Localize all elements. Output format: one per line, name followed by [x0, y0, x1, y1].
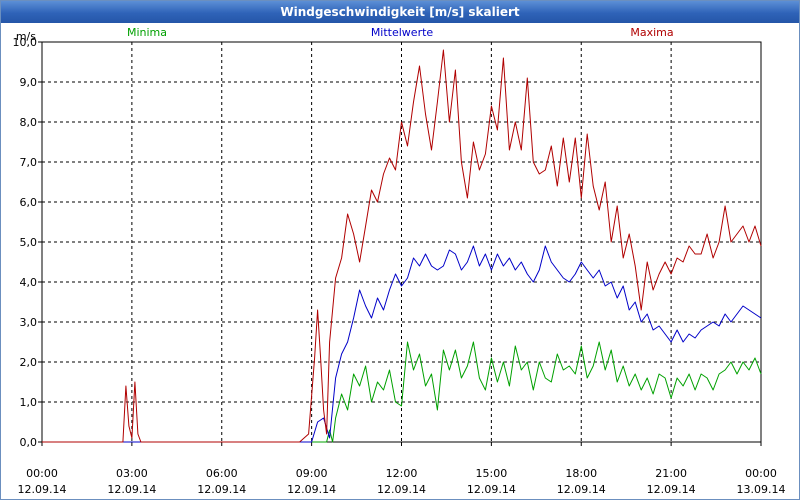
window-title: Windgeschwindigkeit [m/s] skaliert — [1, 1, 799, 23]
y-tick-label: 8,0 — [20, 116, 38, 129]
x-tick-time-label: 06:00 — [206, 467, 238, 480]
x-tick-time-label: 00:00 — [745, 467, 777, 480]
y-tick-label: 7,0 — [20, 156, 38, 169]
y-tick-label: 5,0 — [20, 236, 38, 249]
x-tick-date-label: 12.09.14 — [197, 483, 246, 496]
y-tick-label: 1,0 — [20, 396, 38, 409]
x-tick-date-label: 12.09.14 — [18, 483, 67, 496]
chart-window: Windgeschwindigkeit [m/s] skaliert 0,0 1,… — [0, 0, 800, 500]
x-tick-date-label: 12.09.14 — [107, 483, 156, 496]
x-tick-time-label: 21:00 — [655, 467, 687, 480]
x-tick-time-label: 00:00 — [26, 467, 58, 480]
y-tick-label: 0,0 — [20, 436, 38, 449]
y-tick-label: 6,0 — [20, 196, 38, 209]
x-tick-time-label: 15:00 — [476, 467, 508, 480]
x-tick-time-label: 03:00 — [116, 467, 148, 480]
x-tick-date-label: 12.09.14 — [467, 483, 516, 496]
legend-entry: Minima — [127, 26, 167, 39]
x-tick-date-label: 12.09.14 — [287, 483, 336, 496]
x-tick-time-label: 18:00 — [565, 467, 597, 480]
legend-entry: Maxima — [630, 26, 673, 39]
y-tick-label: 2,0 — [20, 356, 38, 369]
legend-entry: Mittelwerte — [371, 26, 434, 39]
chart: 0,01,02,03,04,05,06,07,08,09,010,000:001… — [13, 26, 786, 496]
y-tick-label: 3,0 — [20, 316, 38, 329]
y-axis-label: m/s — [16, 30, 36, 43]
x-tick-time-label: 12:00 — [386, 467, 418, 480]
y-tick-label: 9,0 — [20, 76, 38, 89]
x-tick-date-label: 13.09.14 — [737, 483, 786, 496]
x-tick-date-label: 12.09.14 — [557, 483, 606, 496]
x-tick-time-label: 09:00 — [296, 467, 328, 480]
x-tick-date-label: 12.09.14 — [377, 483, 426, 496]
y-tick-label: 4,0 — [20, 276, 38, 289]
x-tick-date-label: 12.09.14 — [647, 483, 696, 496]
